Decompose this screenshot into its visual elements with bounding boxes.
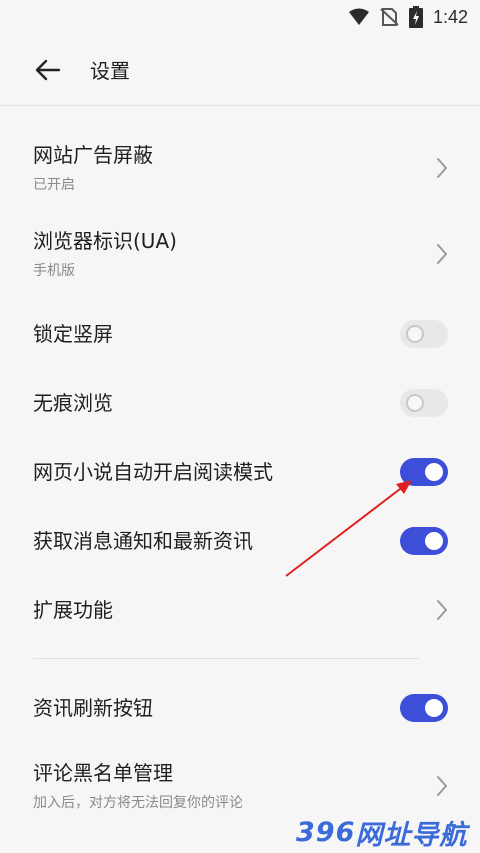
setting-lock-portrait: 锁定竖屏 bbox=[0, 312, 480, 356]
novel-reader-toggle[interactable] bbox=[400, 458, 448, 486]
setting-sublabel: 加入后，对方将无法回复你的评论 bbox=[33, 795, 243, 811]
chevron-right-icon bbox=[437, 776, 447, 796]
setting-label: 扩展功能 bbox=[33, 598, 113, 622]
setting-label: 锁定竖屏 bbox=[33, 322, 113, 346]
arrow-left-icon bbox=[35, 59, 61, 80]
setting-user-agent[interactable]: 浏览器标识(UA) 手机版 bbox=[0, 222, 480, 286]
incognito-toggle[interactable] bbox=[400, 389, 448, 417]
watermark-number: 396 bbox=[296, 816, 356, 848]
chevron-right-icon bbox=[437, 600, 447, 620]
setting-label: 无痕浏览 bbox=[33, 391, 113, 415]
battery-charging-icon bbox=[408, 6, 423, 28]
setting-label: 获取消息通知和最新资讯 bbox=[33, 529, 253, 553]
chevron-right-icon bbox=[437, 158, 447, 178]
watermark-text: 网址导航 bbox=[355, 819, 468, 851]
status-time: 1:42 bbox=[432, 6, 468, 27]
setting-comment-blacklist[interactable]: 评论黑名单管理 加入后，对方将无法回复你的评论 bbox=[0, 754, 480, 818]
setting-label: 资讯刷新按钮 bbox=[33, 696, 153, 720]
chevron-right-icon bbox=[437, 244, 447, 264]
setting-label: 网页小说自动开启阅读模式 bbox=[33, 460, 273, 484]
app-bar: 设置 bbox=[0, 34, 480, 106]
back-button[interactable] bbox=[22, 44, 74, 96]
status-bar: 1:42 bbox=[0, 0, 480, 34]
setting-sublabel: 已开启 bbox=[33, 177, 75, 193]
setting-news-notify: 获取消息通知和最新资讯 bbox=[0, 519, 480, 563]
news-refresh-toggle[interactable] bbox=[400, 694, 448, 722]
wifi-icon bbox=[348, 8, 369, 25]
setting-label: 评论黑名单管理 bbox=[33, 761, 173, 785]
news-notify-toggle[interactable] bbox=[400, 527, 448, 555]
setting-label: 浏览器标识(UA) bbox=[33, 229, 177, 253]
setting-news-refresh-button: 资讯刷新按钮 bbox=[0, 686, 480, 730]
setting-extensions[interactable]: 扩展功能 bbox=[0, 588, 480, 632]
watermark-logo: 396 网址导航 bbox=[296, 812, 480, 852]
lock-portrait-toggle[interactable] bbox=[400, 320, 448, 348]
setting-incognito: 无痕浏览 bbox=[0, 381, 480, 425]
setting-sublabel: 手机版 bbox=[33, 263, 75, 279]
page-title: 设置 bbox=[90, 59, 130, 83]
setting-novel-reader: 网页小说自动开启阅读模式 bbox=[0, 450, 480, 494]
setting-label: 网站广告屏蔽 bbox=[33, 143, 153, 167]
section-divider bbox=[33, 658, 419, 659]
no-sim-icon bbox=[380, 8, 399, 26]
setting-ad-block[interactable]: 网站广告屏蔽 已开启 bbox=[0, 136, 480, 200]
